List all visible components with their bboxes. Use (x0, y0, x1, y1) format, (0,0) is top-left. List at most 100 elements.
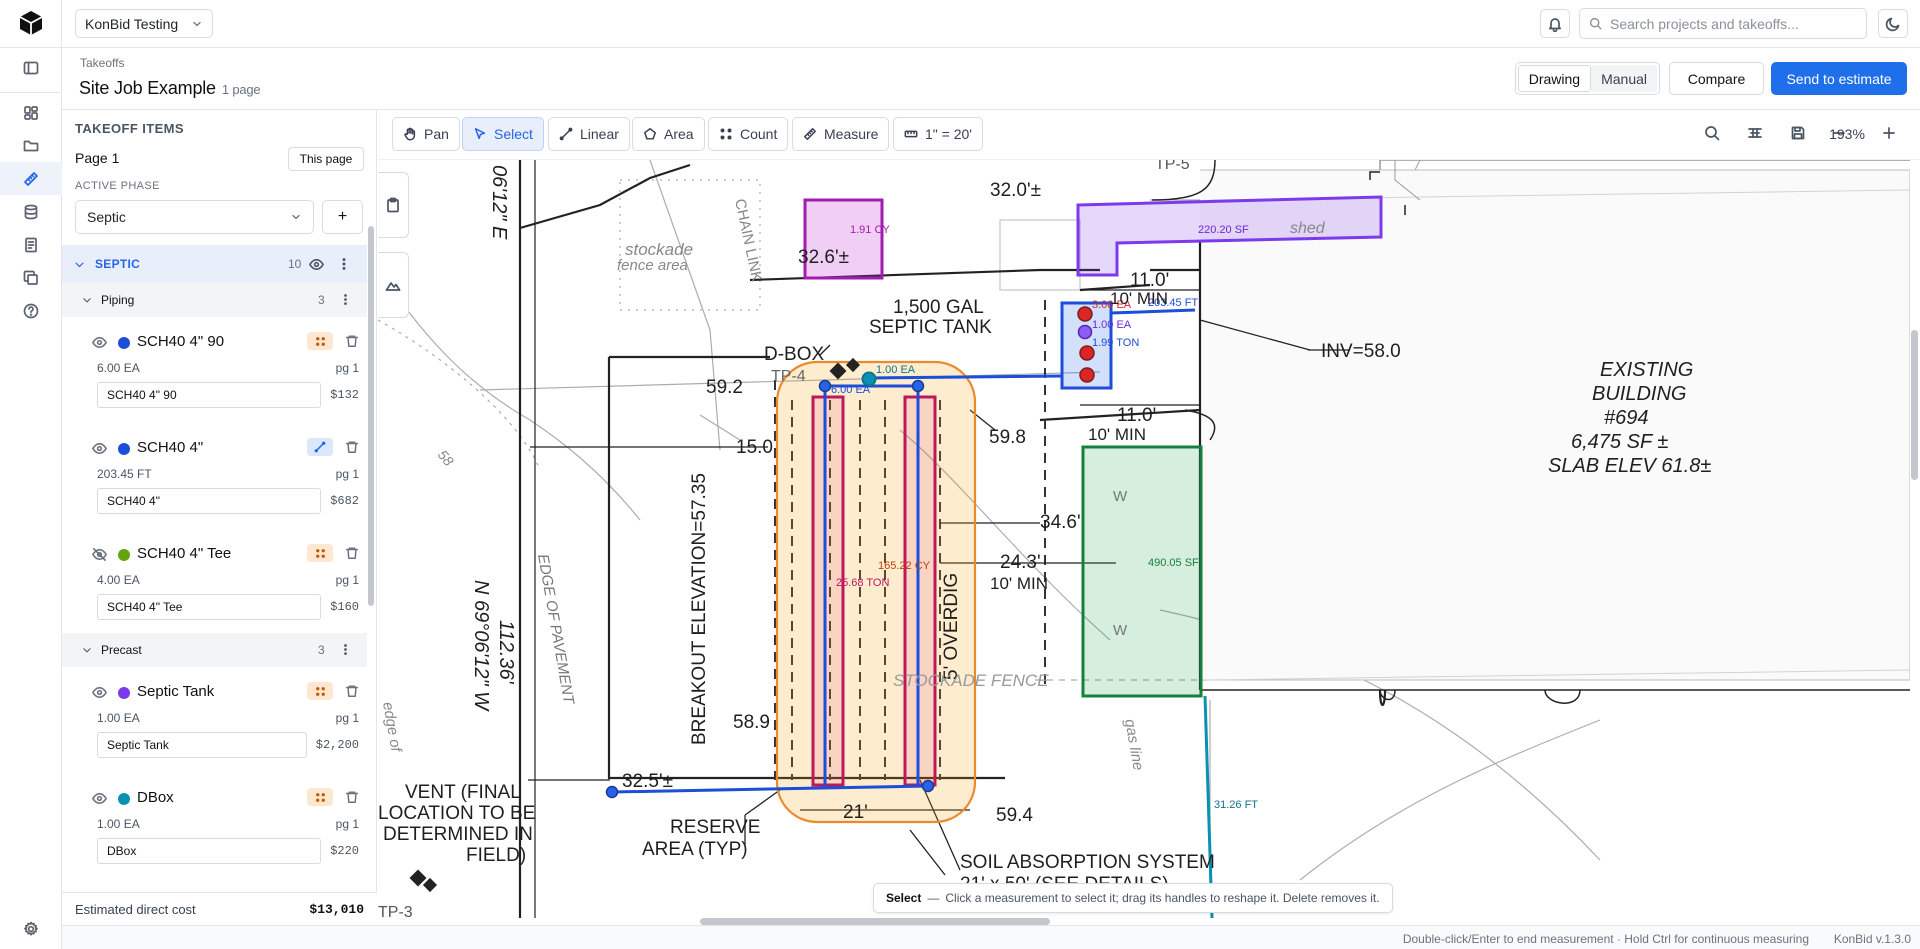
chevron-down-icon[interactable] (82, 645, 92, 655)
green-area[interactable] (1081, 445, 1203, 698)
view-mode-drawing[interactable]: Drawing (1517, 65, 1592, 92)
ruler-icon (24, 171, 38, 186)
item-name[interactable]: Septic Tank (137, 683, 214, 700)
plan-text: 58.9 (733, 712, 770, 733)
count-tool-badge[interactable] (307, 332, 333, 350)
plan-text: 32.0'± (990, 180, 1041, 201)
toggle-sidebar-button[interactable] (0, 51, 62, 84)
layers-icon[interactable] (1747, 125, 1763, 141)
item-color-swatch[interactable] (118, 549, 130, 561)
eye-icon[interactable] (92, 791, 107, 806)
trash-icon[interactable] (345, 440, 359, 454)
send-to-estimate-button[interactable]: Send to estimate (1771, 62, 1907, 95)
konbid-logo[interactable] (17, 9, 45, 37)
measure-tool-button[interactable]: Measure (792, 117, 890, 151)
linear-tool-button[interactable]: Linear (548, 117, 630, 151)
select-tool-button[interactable]: Select (462, 117, 544, 151)
kebab-menu-icon[interactable] (339, 643, 352, 656)
drawing-canvas[interactable]: 1.91 CY 220.20 SF 3.00 EA 203.45 FT 1.00… (378, 160, 1910, 918)
theme-toggle-button[interactable] (1878, 9, 1908, 38)
add-phase-button[interactable]: + (322, 200, 363, 234)
pan-tool-button[interactable]: Pan (392, 117, 460, 151)
notifications-button[interactable] (1540, 9, 1570, 38)
zoom-in-icon[interactable] (1881, 125, 1897, 141)
kebab-menu-icon[interactable] (339, 293, 352, 306)
count-tool-badge[interactable] (307, 788, 333, 806)
item-name[interactable]: DBox (137, 789, 174, 806)
plan-text: BREAKOUT ELEVATION=57.35 (689, 473, 710, 745)
save-icon[interactable] (1790, 125, 1806, 141)
nav-takeoffs[interactable] (0, 162, 62, 195)
this-page-button[interactable]: This page (288, 147, 364, 171)
item-color-swatch[interactable] (118, 443, 130, 455)
eye-icon[interactable] (92, 441, 107, 456)
nav-database[interactable] (0, 195, 62, 228)
nav-projects[interactable] (0, 129, 62, 162)
item-quantity: 1.00 EA (97, 817, 140, 831)
count-tool-label: Count (740, 126, 778, 142)
linear-icon (314, 441, 326, 453)
item-name[interactable]: SCH40 4" 90 (137, 333, 224, 350)
chevron-down-icon[interactable] (82, 295, 92, 305)
scale-button[interactable]: 1" = 20' (893, 117, 983, 151)
dashboard-icon (24, 105, 38, 120)
sidebar-scrollbar[interactable] (368, 226, 374, 606)
item-color-swatch[interactable] (118, 687, 130, 699)
trash-icon[interactable] (345, 684, 359, 698)
breadcrumb[interactable]: Takeoffs (80, 56, 124, 70)
count-tool-button[interactable]: Count (708, 117, 789, 151)
settings-button[interactable] (0, 912, 62, 945)
eye-icon[interactable] (309, 257, 324, 272)
plan-text: FIELD) (466, 845, 526, 866)
item-color-swatch[interactable] (118, 337, 130, 349)
zoom-level[interactable]: 193% (1817, 126, 1877, 142)
item-description-field[interactable] (97, 382, 321, 408)
site-plan-drawing[interactable]: 1.91 CY 220.20 SF 3.00 EA 203.45 FT 1.00… (378, 160, 1910, 918)
eye-icon[interactable] (92, 685, 107, 700)
plan-text: EDGE OF PAVEMENT (534, 553, 577, 707)
project-selector[interactable]: KonBid Testing (75, 9, 213, 38)
item-description-field[interactable] (97, 838, 321, 864)
chevron-down-icon[interactable] (74, 259, 85, 270)
trash-icon[interactable] (345, 546, 359, 560)
trench-area-left[interactable] (811, 395, 845, 787)
phase-count: 10 (288, 257, 302, 271)
rail-divider (0, 47, 62, 48)
terrain-panel-button[interactable] (378, 252, 409, 318)
count-tool-badge[interactable] (307, 544, 333, 562)
area-tool-label: Area (664, 126, 694, 142)
search-icon[interactable] (1704, 125, 1720, 141)
eye-icon[interactable] (92, 335, 107, 350)
canvas-horizontal-scrollbar[interactable] (700, 918, 1050, 925)
item-color-swatch[interactable] (118, 793, 130, 805)
view-mode-manual[interactable]: Manual (1591, 65, 1657, 92)
canvas-vertical-scrollbar[interactable] (1911, 330, 1918, 480)
nav-estimates[interactable] (0, 228, 62, 261)
item-description-field[interactable] (97, 488, 321, 514)
trench-area-right[interactable] (903, 395, 937, 787)
trash-icon[interactable] (345, 790, 359, 804)
group-count: 3 (318, 643, 325, 657)
linear-tool-badge[interactable] (307, 438, 333, 456)
eye-off-icon[interactable] (92, 547, 107, 562)
item-description-field[interactable] (97, 732, 307, 758)
nav-help[interactable] (0, 294, 62, 327)
trash-icon[interactable] (345, 334, 359, 348)
pages-panel-button[interactable] (378, 172, 409, 238)
item-quantity: 6.00 EA (97, 361, 140, 375)
nav-copies[interactable] (0, 261, 62, 294)
active-phase-select[interactable]: Septic (75, 200, 314, 234)
kebab-menu-icon[interactable] (337, 257, 351, 271)
nav-dashboard[interactable] (0, 96, 62, 129)
search-input[interactable] (1610, 15, 1860, 32)
plan-text: 10' MIN (990, 574, 1048, 593)
item-name[interactable]: SCH40 4" Tee (137, 545, 231, 562)
plan-text: SLAB ELEV 61.8± (1548, 455, 1711, 477)
item-name[interactable]: SCH40 4" (137, 439, 203, 456)
item-page: pg 1 (335, 817, 359, 831)
compare-button[interactable]: Compare (1669, 62, 1764, 95)
count-tool-badge[interactable] (307, 682, 333, 700)
item-description-field[interactable] (97, 594, 321, 620)
tool-hint-text: Click a measurement to select it; drag i… (945, 891, 1380, 905)
area-tool-button[interactable]: Area (632, 117, 705, 151)
